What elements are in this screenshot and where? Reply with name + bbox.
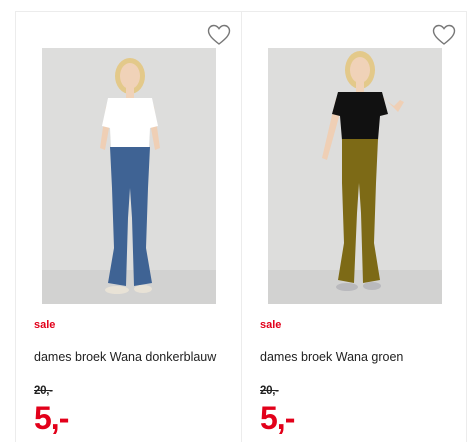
product-card[interactable]: sale dames broek Wana groen 20,- 5,- [241, 11, 467, 442]
product-grid: sale dames broek Wana donkerblauw 20,- 5… [15, 11, 467, 442]
sale-badge: sale [34, 319, 56, 331]
product-image[interactable] [268, 48, 442, 304]
product-title[interactable]: dames broek Wana groen [260, 350, 450, 364]
sale-badge: sale [260, 319, 282, 331]
product-title[interactable]: dames broek Wana donkerblauw [34, 350, 224, 364]
favorite-heart-icon[interactable] [207, 24, 231, 46]
old-price: 20,- [34, 385, 53, 397]
product-card[interactable]: sale dames broek Wana donkerblauw 20,- 5… [15, 11, 242, 442]
old-price: 20,- [260, 385, 279, 397]
sale-price: 5,- [260, 400, 295, 436]
favorite-heart-icon[interactable] [432, 24, 456, 46]
product-image[interactable] [42, 48, 216, 304]
sale-price: 5,- [34, 400, 69, 436]
